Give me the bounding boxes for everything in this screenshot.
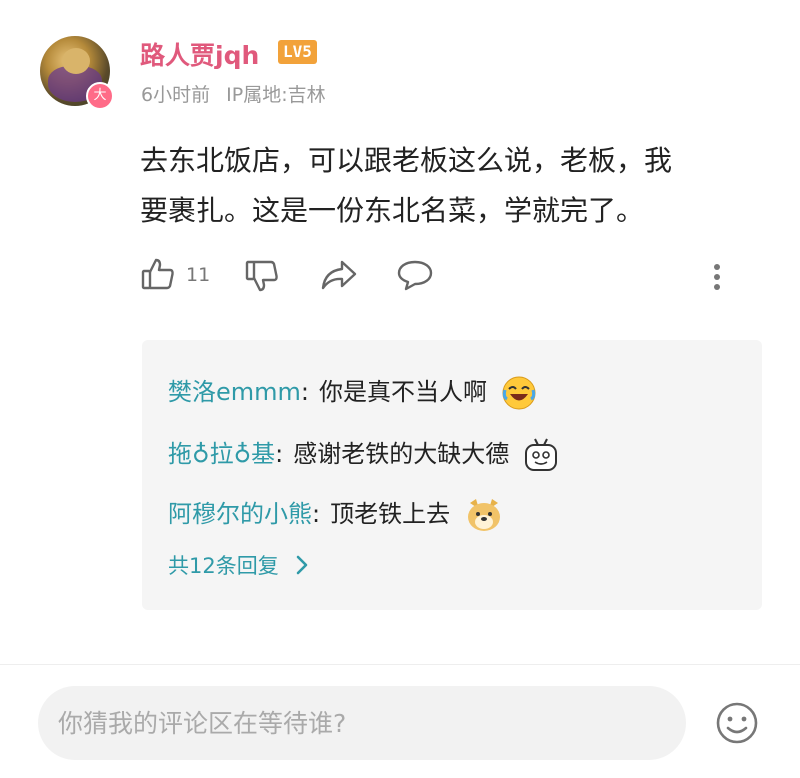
dislike-icon[interactable] <box>244 258 280 294</box>
reply-author[interactable]: 樊洛emmm <box>168 378 301 406</box>
reply-text: 感谢老铁的大缺大德 <box>293 440 510 468</box>
comment-input[interactable] <box>38 686 686 760</box>
reply-item[interactable]: 拖♁拉♁基: 感谢老铁的大缺大德 <box>168 434 559 473</box>
reply-text: 顶老铁上去 <box>330 500 451 528</box>
comment-text: 去东北饭店，可以跟老板这么说，老板，我 要裹扎。这是一份东北名菜，学就完了。 <box>140 136 760 236</box>
avatar-badge: 大 <box>86 82 114 110</box>
reply-item[interactable]: 樊洛emmm: 你是真不当人啊 <box>168 372 537 411</box>
ip-location: IP属地:吉林 <box>226 84 326 106</box>
comment-meta: 6小时前 IP属地:吉林 <box>141 80 326 107</box>
divider <box>0 664 800 665</box>
level-badge: LV5 <box>278 40 317 64</box>
more-icon[interactable] <box>712 262 722 292</box>
comment-text-line: 要裹扎。这是一份东北名菜，学就完了。 <box>140 194 645 227</box>
tv-face-emoji <box>523 437 559 473</box>
reply-author[interactable]: 拖♁拉♁基 <box>168 440 275 468</box>
more-replies-link[interactable]: 共12条回复 <box>168 550 309 580</box>
username[interactable]: 路人贾jqh <box>140 36 259 72</box>
doge-emoji <box>464 497 500 533</box>
reply-author[interactable]: 阿穆尔的小熊 <box>168 500 312 528</box>
reply-text: 你是真不当人啊 <box>319 378 487 406</box>
laugh-cry-emoji <box>501 375 537 411</box>
comment-icon[interactable] <box>396 258 434 292</box>
reply-item[interactable]: 阿穆尔的小熊: 顶老铁上去 <box>168 494 500 533</box>
like-count: 11 <box>186 264 211 286</box>
comment-time: 6小时前 <box>141 84 211 106</box>
chevron-right-icon <box>295 555 309 580</box>
more-replies-label: 共12条回复 <box>168 554 279 578</box>
comment-text-line: 去东北饭店，可以跟老板这么说，老板，我 <box>140 144 673 177</box>
like-icon[interactable] <box>140 256 176 292</box>
share-icon[interactable] <box>320 258 358 292</box>
emoji-icon[interactable] <box>714 700 760 746</box>
